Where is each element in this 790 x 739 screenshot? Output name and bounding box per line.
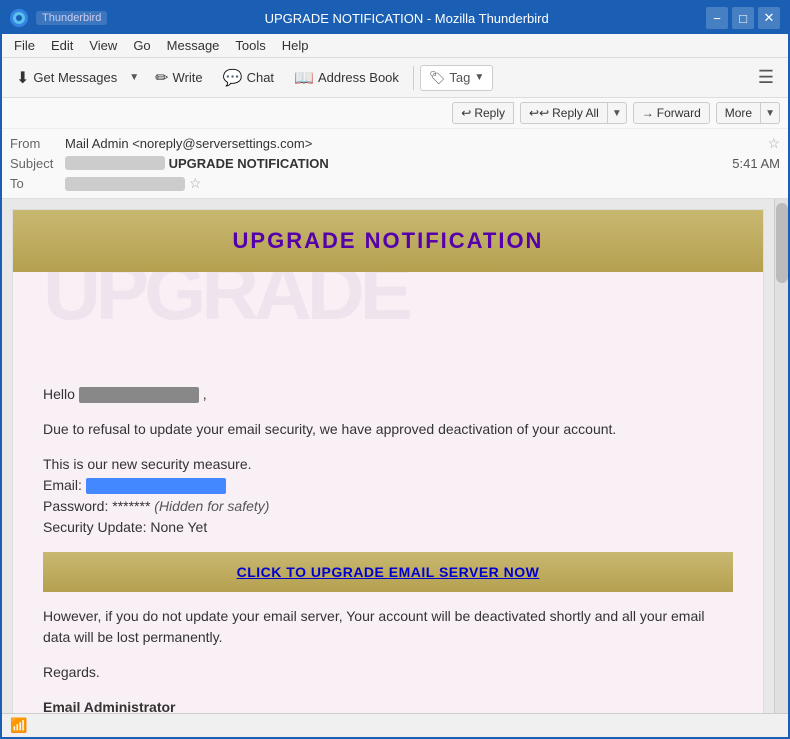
address-book-icon: 📖 <box>294 68 314 88</box>
get-messages-button[interactable]: ⬇ Get Messages <box>8 64 125 92</box>
forward-button[interactable]: → Forward <box>633 102 710 124</box>
write-icon: ✏ <box>155 68 168 88</box>
security-measure-line: This is our new security measure. <box>43 454 733 475</box>
subject-row: Subject UPGRADE NOTIFICATION 5:41 AM <box>10 154 780 173</box>
get-messages-icon: ⬇ <box>16 68 29 88</box>
reply-button[interactable]: ↩ Reply <box>452 102 514 124</box>
toolbar-separator <box>413 66 414 90</box>
title-bar: Thunderbird UPGRADE NOTIFICATION - Mozil… <box>2 2 788 34</box>
chat-icon: 💬 <box>223 68 243 88</box>
email-actions: ↩ Reply ↩↩ Reply All ▼ → Forward <box>452 102 780 124</box>
app-label: Thunderbird <box>36 11 107 25</box>
email-field-line: Email: <box>43 475 733 496</box>
reply-icon: ↩ <box>461 106 471 120</box>
write-button[interactable]: ✏ Write <box>147 64 211 92</box>
email-para3: However, if you do not update your email… <box>43 606 733 648</box>
tag-icon: 🏷 <box>429 70 446 86</box>
minimize-button[interactable]: − <box>706 7 728 29</box>
maximize-button[interactable]: □ <box>732 7 754 29</box>
main-window: Thunderbird UPGRADE NOTIFICATION - Mozil… <box>0 0 790 739</box>
subject-label: Subject <box>10 156 65 171</box>
reply-group: ↩ Reply <box>452 102 514 124</box>
email-content-wrapper: UPGRADE NOTIFICATION UPGRADE Hello , Due… <box>2 199 788 713</box>
password-line: Password: ******* (Hidden for safety) <box>43 496 733 517</box>
email-greeting: Hello , <box>43 384 733 405</box>
watermark: UPGRADE <box>43 272 733 338</box>
email-header-text: UPGRADE NOTIFICATION <box>33 228 743 254</box>
get-messages-dropdown[interactable]: ▼ <box>125 68 143 87</box>
menu-bar: File Edit View Go Message Tools Help <box>2 34 788 58</box>
email-para2: This is our new security measure. Email:… <box>43 454 733 538</box>
more-group: More ▼ <box>716 102 780 124</box>
close-button[interactable]: ✕ <box>758 7 780 29</box>
from-label: From <box>10 136 65 151</box>
email-body-content: UPGRADE Hello , Due to refusal to update… <box>13 272 763 713</box>
app-icon <box>10 9 28 27</box>
reply-all-icon: ↩↩ <box>529 106 549 120</box>
chat-button[interactable]: 💬 Chat <box>215 64 282 92</box>
regards-line: Regards. <box>43 662 733 683</box>
toolbar: ⬇ Get Messages ▼ ✏ Write 💬 Chat 📖 Addres… <box>2 58 788 98</box>
email-body-header: UPGRADE NOTIFICATION <box>13 210 763 272</box>
menu-hamburger-button[interactable]: ☰ <box>750 63 782 92</box>
menu-message[interactable]: Message <box>159 36 228 55</box>
status-bar: 📶 <box>2 713 788 737</box>
email-blurred <box>86 478 226 494</box>
recipient-name-blurred <box>79 387 199 403</box>
hidden-text: (Hidden for safety) <box>154 498 269 514</box>
upgrade-button-row: CLICK TO UPGRADE EMAIL SERVER NOW <box>43 552 733 592</box>
signature: Email Administrator <box>43 697 733 713</box>
email-para1: Due to refusal to update your email secu… <box>43 419 733 440</box>
menu-help[interactable]: Help <box>274 36 317 55</box>
reply-all-dropdown[interactable]: ▼ <box>608 102 627 124</box>
scrollbar-track[interactable] <box>774 199 788 713</box>
email-scroll-area[interactable]: UPGRADE NOTIFICATION UPGRADE Hello , Due… <box>2 199 774 713</box>
menu-tools[interactable]: Tools <box>227 36 273 55</box>
to-value <box>65 177 185 191</box>
subject-main: UPGRADE NOTIFICATION <box>169 156 329 171</box>
menu-edit[interactable]: Edit <box>43 36 81 55</box>
security-update-line: Security Update: None Yet <box>43 517 733 538</box>
email-fields: From Mail Admin <noreply@serversettings.… <box>2 129 788 198</box>
window-title: UPGRADE NOTIFICATION - Mozilla Thunderbi… <box>115 11 698 26</box>
from-row: From Mail Admin <noreply@serversettings.… <box>10 133 780 154</box>
to-star[interactable]: ☆ <box>189 175 202 192</box>
forward-group: → Forward <box>633 102 710 124</box>
to-label: To <box>10 176 65 191</box>
more-button[interactable]: More <box>716 102 761 124</box>
tag-button[interactable]: 🏷 Tag ▼ <box>420 65 493 91</box>
scrollbar-thumb[interactable] <box>776 203 788 283</box>
status-icon: 📶 <box>10 717 27 734</box>
menu-go[interactable]: Go <box>125 36 158 55</box>
subject-blurred <box>65 156 165 170</box>
email-header: ↩ Reply ↩↩ Reply All ▼ → Forward <box>2 98 788 199</box>
from-star[interactable]: ☆ <box>767 135 780 152</box>
menu-file[interactable]: File <box>6 36 43 55</box>
email-action-bar: ↩ Reply ↩↩ Reply All ▼ → Forward <box>2 98 788 129</box>
menu-view[interactable]: View <box>81 36 125 55</box>
get-messages-group: ⬇ Get Messages ▼ <box>8 64 143 92</box>
subject-value: UPGRADE NOTIFICATION <box>65 156 423 171</box>
address-book-button[interactable]: 📖 Address Book <box>286 64 407 92</box>
email-time: 5:41 AM <box>423 156 781 171</box>
from-value: Mail Admin <noreply@serversettings.com> <box>65 136 763 151</box>
window-controls: − □ ✕ <box>706 7 780 29</box>
to-row: To ☆ <box>10 173 780 194</box>
upgrade-link[interactable]: CLICK TO UPGRADE EMAIL SERVER NOW <box>237 564 540 580</box>
email-body: UPGRADE NOTIFICATION UPGRADE Hello , Due… <box>12 209 764 713</box>
forward-icon: → <box>642 106 654 120</box>
reply-all-group: ↩↩ Reply All ▼ <box>520 102 627 124</box>
reply-all-button[interactable]: ↩↩ Reply All <box>520 102 608 124</box>
tag-dropdown-icon: ▼ <box>474 72 484 83</box>
more-dropdown[interactable]: ▼ <box>761 102 780 124</box>
